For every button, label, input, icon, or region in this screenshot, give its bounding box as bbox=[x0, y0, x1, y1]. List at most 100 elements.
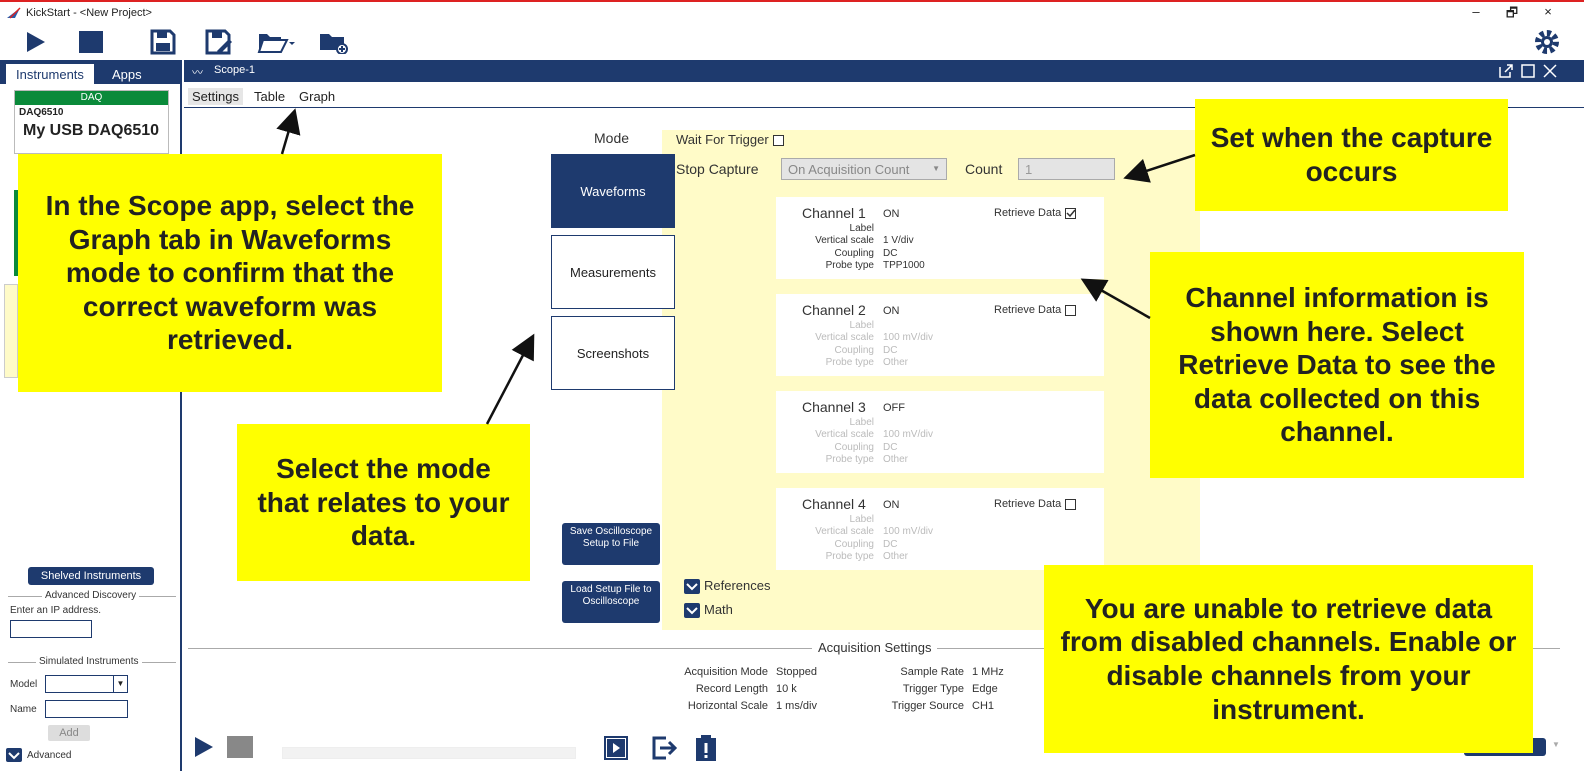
field-key: Probe type bbox=[825, 551, 874, 562]
open-button[interactable] bbox=[256, 28, 296, 56]
channel-card-2: Channel 2 ON Retrieve Data Label Vertica… bbox=[776, 294, 1104, 376]
ip-prompt: Enter an IP address. bbox=[10, 605, 101, 616]
field-key: Label bbox=[849, 417, 874, 428]
mode-label: Mode bbox=[594, 130, 630, 146]
tab-graph[interactable]: Graph bbox=[295, 88, 339, 105]
scope-header: 〰 Scope-1 bbox=[184, 60, 1584, 82]
retrieve-data[interactable]: Retrieve Data bbox=[994, 498, 1077, 510]
retrieve-data-checkbox[interactable] bbox=[1065, 498, 1077, 510]
channel-name: Channel 1 bbox=[802, 205, 866, 221]
tab-apps[interactable]: Apps bbox=[102, 64, 152, 84]
instrument-model: DAQ6510 bbox=[19, 107, 64, 118]
field-value: DC bbox=[883, 442, 898, 453]
play-icon bbox=[27, 32, 45, 52]
tab-instruments[interactable]: Instruments bbox=[6, 64, 94, 84]
field-key: Vertical scale bbox=[815, 332, 874, 343]
channel-state: ON bbox=[883, 208, 900, 220]
popout-icon[interactable] bbox=[1498, 63, 1514, 79]
retrieve-data[interactable]: Retrieve Data bbox=[994, 207, 1077, 219]
scope-title: Scope-1 bbox=[214, 64, 255, 76]
close-button[interactable]: × bbox=[1538, 4, 1558, 19]
name-input[interactable] bbox=[45, 700, 128, 718]
tab-table[interactable]: Table bbox=[250, 88, 289, 105]
instrument-card[interactable]: DAQ DAQ6510 My USB DAQ6510 bbox=[14, 90, 169, 154]
model-select[interactable]: ▼ bbox=[45, 675, 128, 693]
shelved-instruments-button[interactable]: Shelved Instruments bbox=[28, 567, 154, 585]
stop-capture-value: On Acquisition Count bbox=[788, 162, 910, 177]
stop-button[interactable] bbox=[76, 28, 106, 56]
tab-settings[interactable]: Settings bbox=[188, 88, 243, 105]
stop-capture-select[interactable]: On Acquisition Count ▼ bbox=[781, 158, 947, 180]
field-value: DC bbox=[883, 539, 898, 550]
mode-waveforms-button[interactable]: Waveforms bbox=[551, 154, 675, 228]
save-setup-button[interactable]: Save Oscilloscope Setup to File bbox=[562, 523, 660, 565]
play-icon[interactable] bbox=[194, 736, 214, 758]
alert-clipboard-icon[interactable] bbox=[694, 734, 718, 762]
field-key: Probe type bbox=[825, 260, 874, 271]
window-play-icon[interactable] bbox=[604, 736, 628, 760]
load-setup-button[interactable]: Load Setup File to Oscilloscope bbox=[562, 581, 660, 623]
math-expander[interactable]: Math bbox=[684, 602, 733, 619]
advanced-discovery-label: Advanced Discovery bbox=[42, 590, 140, 601]
references-expander[interactable]: References bbox=[684, 578, 770, 595]
chevron-down-icon bbox=[8, 752, 20, 760]
run-button[interactable] bbox=[20, 28, 50, 56]
export-icon[interactable] bbox=[652, 736, 680, 760]
simulated-instruments-label: Simulated Instruments bbox=[36, 656, 142, 667]
channel-card-3: Channel 3 OFF Label Vertical scale 100 mV… bbox=[776, 391, 1104, 473]
field-key: Coupling bbox=[834, 442, 874, 453]
field-key: Coupling bbox=[834, 248, 874, 259]
retrieve-data-checkbox-checked[interactable] bbox=[1065, 207, 1077, 219]
field-value: Other bbox=[883, 551, 909, 562]
close-icon[interactable] bbox=[1542, 63, 1558, 79]
wait-for-trigger[interactable]: Wait For Trigger bbox=[676, 132, 784, 147]
waveform-icon: 〰 bbox=[192, 67, 203, 79]
add-button[interactable]: Add bbox=[48, 725, 90, 741]
trigger-type-key: Trigger Type bbox=[902, 683, 964, 695]
name-label: Name bbox=[10, 704, 37, 715]
trigger-type-value: Edge bbox=[972, 683, 998, 695]
ip-address-input[interactable] bbox=[10, 620, 92, 638]
wait-for-trigger-checkbox[interactable] bbox=[772, 135, 784, 147]
maximize-icon[interactable] bbox=[1520, 63, 1536, 79]
field-key: Coupling bbox=[834, 539, 874, 550]
field-key: Vertical scale bbox=[815, 235, 874, 246]
field-key: Label bbox=[849, 223, 874, 234]
restore-button[interactable]: 🗗 bbox=[1502, 4, 1522, 26]
mode-measurements-button[interactable]: Measurements bbox=[551, 235, 675, 309]
mode-screenshots-button[interactable]: Screenshots bbox=[551, 316, 675, 390]
window-title: KickStart - <New Project> bbox=[26, 7, 152, 19]
sample-rate-key: Sample Rate bbox=[900, 666, 964, 678]
field-value: TPP1000 bbox=[883, 260, 925, 271]
channel-state: ON bbox=[883, 499, 900, 511]
chevron-down-icon: ▼ bbox=[932, 164, 940, 173]
horizontal-scale-value: 1 ms/div bbox=[776, 700, 817, 712]
field-key: Coupling bbox=[834, 345, 874, 356]
stop-icon[interactable] bbox=[226, 736, 254, 760]
selected-app-card-edge[interactable] bbox=[4, 284, 18, 378]
field-key: Probe type bbox=[825, 454, 874, 465]
acquisition-mode-value: Stopped bbox=[776, 666, 817, 678]
field-key: Vertical scale bbox=[815, 526, 874, 537]
settings-button[interactable] bbox=[1532, 28, 1562, 56]
callout-disabled: You are unable to retrieve data from dis… bbox=[1044, 565, 1533, 753]
gear-icon bbox=[1535, 30, 1559, 54]
main-toolbar bbox=[0, 24, 1584, 60]
count-input[interactable]: 1 bbox=[1018, 158, 1115, 180]
field-value: Other bbox=[883, 454, 909, 465]
check-icon bbox=[1066, 209, 1076, 217]
chevron-down-icon[interactable]: ▼ bbox=[1552, 740, 1560, 749]
acquisition-mode-key: Acquisition Mode bbox=[684, 666, 768, 678]
retrieve-data[interactable]: Retrieve Data bbox=[994, 304, 1077, 316]
advanced-toggle[interactable] bbox=[6, 748, 22, 762]
math-label: Math bbox=[704, 602, 733, 617]
retrieve-data-checkbox[interactable] bbox=[1065, 304, 1077, 316]
new-folder-button[interactable] bbox=[318, 28, 348, 56]
save-as-button[interactable] bbox=[204, 28, 234, 56]
advanced-label: Advanced bbox=[27, 750, 72, 761]
minimize-button[interactable]: – bbox=[1466, 4, 1486, 19]
save-button[interactable] bbox=[148, 28, 178, 56]
record-length-key: Record Length bbox=[695, 683, 768, 695]
callout-capture: Set when the capture occurs bbox=[1195, 99, 1508, 211]
wait-for-trigger-label: Wait For Trigger bbox=[676, 132, 769, 147]
